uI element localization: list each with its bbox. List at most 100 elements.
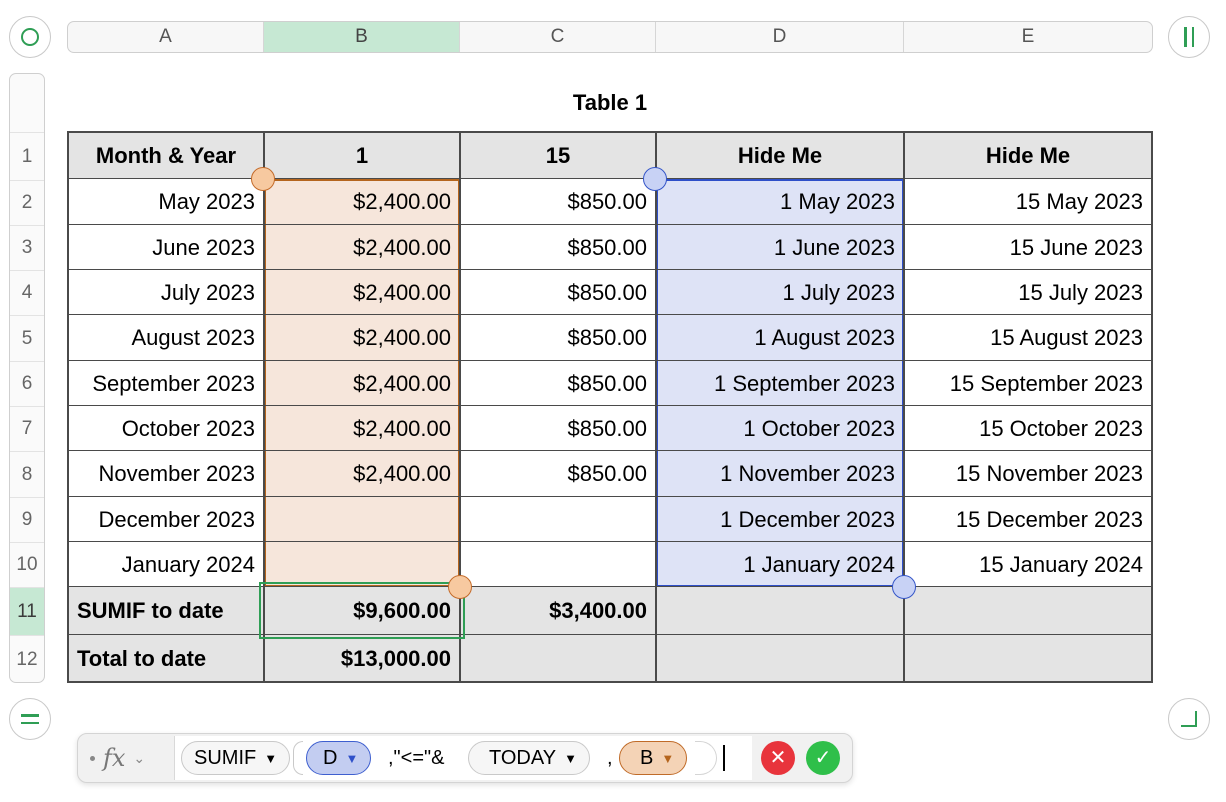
formula-token-ref-b[interactable]: B ▼ [619, 741, 688, 775]
cell-d12[interactable] [656, 635, 904, 682]
range-handle-top-left[interactable] [251, 167, 275, 191]
cell-d2[interactable]: 1 May 2023 [656, 179, 904, 225]
cell-c10[interactable] [460, 542, 656, 587]
selected-cell-b11[interactable] [259, 582, 465, 639]
formula-token-sumif[interactable]: SUMIF ▼ [181, 741, 291, 775]
resize-table-button[interactable] [1168, 698, 1210, 740]
column-header-c[interactable]: C [460, 22, 656, 52]
row-header-12[interactable]: 12 [10, 635, 44, 682]
cell-d10[interactable]: 1 January 2024 [656, 542, 904, 587]
cell-c7[interactable]: $850.00 [460, 406, 656, 451]
cell-d7[interactable]: 1 October 2023 [656, 406, 904, 451]
row-header-11[interactable]: 11 [10, 587, 44, 635]
select-table-button[interactable] [9, 16, 51, 58]
header-cell-c[interactable]: 15 [460, 132, 656, 179]
column-header-e[interactable]: E [904, 22, 1152, 52]
range-handle-top-left[interactable] [643, 167, 667, 191]
cell-b2[interactable]: $2,400.00 [264, 179, 460, 225]
accept-formula-button[interactable]: ✓ [806, 741, 840, 775]
cell-e3[interactable]: 15 June 2023 [904, 225, 1152, 270]
cell-b9[interactable] [264, 497, 460, 542]
freeze-rows-icon [21, 714, 39, 724]
column-header-d[interactable]: D [656, 22, 904, 52]
cell-e2[interactable]: 15 May 2023 [904, 179, 1152, 225]
cell-a10[interactable]: January 2024 [68, 542, 264, 587]
cell-a9[interactable]: December 2023 [68, 497, 264, 542]
circle-icon [21, 28, 39, 46]
cell-d3[interactable]: 1 June 2023 [656, 225, 904, 270]
row-header-4[interactable]: 4 [10, 270, 44, 315]
header-cell-d[interactable]: Hide Me [656, 132, 904, 179]
cell-b6[interactable]: $2,400.00 [264, 361, 460, 406]
cell-c5[interactable]: $850.00 [460, 315, 656, 361]
row-header-8[interactable]: 8 [10, 451, 44, 497]
row-options-button[interactable] [9, 698, 51, 740]
header-cell-e[interactable]: Hide Me [904, 132, 1152, 179]
cell-d9[interactable]: 1 December 2023 [656, 497, 904, 542]
cell-d11[interactable] [656, 587, 904, 635]
formula-token-today[interactable]: TODAY ▼ [468, 741, 590, 775]
column-header-a[interactable]: A [68, 22, 264, 52]
cell-b4[interactable]: $2,400.00 [264, 270, 460, 315]
cell-c6[interactable]: $850.00 [460, 361, 656, 406]
cell-b3[interactable]: $2,400.00 [264, 225, 460, 270]
cell-e4[interactable]: 15 July 2023 [904, 270, 1152, 315]
cell-c12[interactable] [460, 635, 656, 682]
cell-e5[interactable]: 15 August 2023 [904, 315, 1152, 361]
row-header-10[interactable]: 10 [10, 542, 44, 587]
formula-editor[interactable]: SUMIF ▼ D ▼ ,"<="& TODAY ▼ , B ▼ [174, 736, 752, 780]
cell-e9[interactable]: 15 December 2023 [904, 497, 1152, 542]
cell-b8[interactable]: $2,400.00 [264, 451, 460, 497]
row-header-1[interactable]: 1 [10, 132, 44, 180]
cell-a7[interactable]: October 2023 [68, 406, 264, 451]
formula-token-ref-d[interactable]: D ▼ [306, 741, 372, 775]
cell-b5[interactable]: $2,400.00 [264, 315, 460, 361]
cell-e8[interactable]: 15 November 2023 [904, 451, 1152, 497]
table-title[interactable]: Table 1 [520, 90, 700, 116]
range-handle-bottom-right[interactable] [892, 575, 916, 599]
cell-c4[interactable]: $850.00 [460, 270, 656, 315]
row-header-6[interactable]: 6 [10, 361, 44, 406]
cell-a2[interactable]: May 2023 [68, 179, 264, 225]
cell-a12[interactable]: Total to date [68, 635, 264, 682]
cell-e7[interactable]: 15 October 2023 [904, 406, 1152, 451]
cell-b10[interactable] [264, 542, 460, 587]
chevron-down-icon: ⌄ [133, 749, 146, 766]
cell-a3[interactable]: June 2023 [68, 225, 264, 270]
cell-c8[interactable]: $850.00 [460, 451, 656, 497]
row-header-7[interactable]: 7 [10, 406, 44, 451]
cell-d6[interactable]: 1 September 2023 [656, 361, 904, 406]
column-header-b[interactable]: B [264, 22, 460, 52]
cell-a5[interactable]: August 2023 [68, 315, 264, 361]
cell-b7[interactable]: $2,400.00 [264, 406, 460, 451]
cell-d5[interactable]: 1 August 2023 [656, 315, 904, 361]
formula-text-operator: ,"<="& [388, 746, 445, 769]
cell-a4[interactable]: July 2023 [68, 270, 264, 315]
column-options-button[interactable] [1168, 16, 1210, 58]
row-header-9[interactable]: 9 [10, 497, 44, 542]
cell-e10[interactable]: 15 January 2024 [904, 542, 1152, 587]
row-header-3[interactable]: 3 [10, 225, 44, 270]
function-menu[interactable]: fx ⌄ [82, 736, 174, 780]
cell-e11[interactable] [904, 587, 1152, 635]
cell-c11[interactable]: $3,400.00 [460, 587, 656, 635]
row-header-2[interactable]: 2 [10, 180, 44, 225]
cell-e12[interactable] [904, 635, 1152, 682]
header-cell-b[interactable]: 1 [264, 132, 460, 179]
row-header-5[interactable]: 5 [10, 315, 44, 361]
cell-c3[interactable]: $850.00 [460, 225, 656, 270]
cell-d8[interactable]: 1 November 2023 [656, 451, 904, 497]
cell-c2[interactable]: $850.00 [460, 179, 656, 225]
cell-a6[interactable]: September 2023 [68, 361, 264, 406]
cell-a11[interactable]: SUMIF to date [68, 587, 264, 635]
bullet-icon [90, 755, 95, 761]
cell-d4[interactable]: 1 July 2023 [656, 270, 904, 315]
cancel-formula-button[interactable]: ✕ [761, 741, 795, 775]
header-cell-a[interactable]: Month & Year [68, 132, 264, 179]
cell-e6[interactable]: 15 September 2023 [904, 361, 1152, 406]
cell-a8[interactable]: November 2023 [68, 451, 264, 497]
cell-b12[interactable]: $13,000.00 [264, 635, 460, 682]
cell-c9[interactable] [460, 497, 656, 542]
range-handle-bottom-right[interactable] [448, 575, 472, 599]
column-header-bar: A B C D E [67, 21, 1153, 53]
